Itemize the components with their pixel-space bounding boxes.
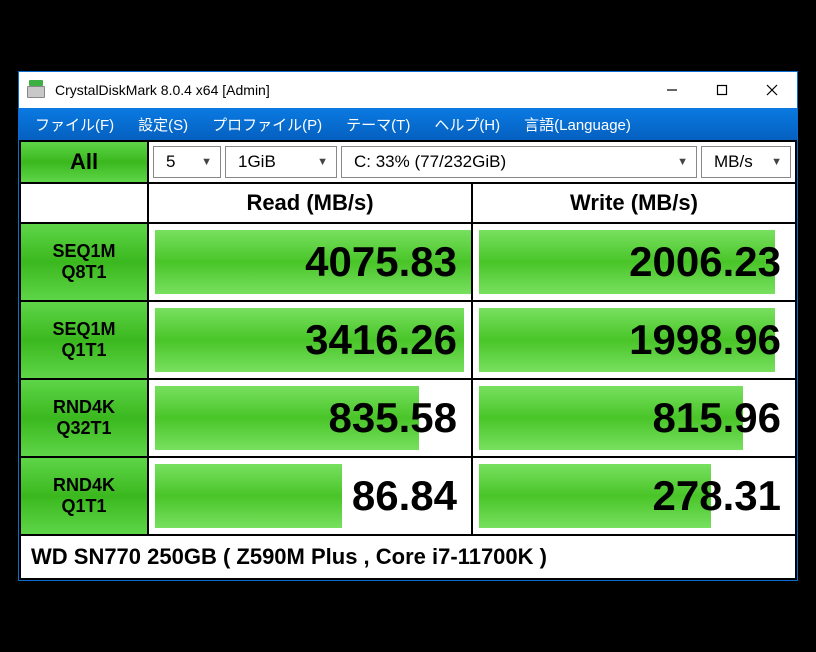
header-spacer xyxy=(21,184,149,222)
test-count-value: 5 xyxy=(166,152,175,172)
toolbar: All 5 ▼ 1GiB ▼ C: 33% (77/232GiB) ▼ MB/s… xyxy=(21,140,795,184)
write-cell: 2006.23 xyxy=(471,224,795,300)
minimize-icon xyxy=(666,84,678,96)
close-button[interactable] xyxy=(747,72,797,108)
app-window: CrystalDiskMark 8.0.4 x64 [Admin] ファイル(F… xyxy=(18,71,798,581)
read-cell: 86.84 xyxy=(149,458,471,534)
result-row: RND4K Q1T1 86.84 278.31 xyxy=(21,458,795,536)
menu-help[interactable]: ヘルプ(H) xyxy=(424,110,510,139)
chevron-down-icon: ▼ xyxy=(201,156,212,168)
maximize-icon xyxy=(716,84,728,96)
read-value: 86.84 xyxy=(352,472,457,520)
write-cell: 1998.96 xyxy=(471,302,795,378)
app-icon xyxy=(27,80,47,100)
column-headers: Read (MB/s) Write (MB/s) xyxy=(21,184,795,224)
test-button-rnd4k-q1t1[interactable]: RND4K Q1T1 xyxy=(21,458,149,534)
read-bar xyxy=(155,464,342,528)
window-title: CrystalDiskMark 8.0.4 x64 [Admin] xyxy=(55,82,647,98)
test-size-value: 1GiB xyxy=(238,152,276,172)
drive-value: C: 33% (77/232GiB) xyxy=(354,152,506,172)
chevron-down-icon: ▼ xyxy=(317,156,328,168)
run-all-button[interactable]: All xyxy=(21,142,149,182)
test-label-line2: Q32T1 xyxy=(56,418,111,439)
write-cell: 815.96 xyxy=(471,380,795,456)
test-button-rnd4k-q32t1[interactable]: RND4K Q32T1 xyxy=(21,380,149,456)
menu-language[interactable]: 言語(Language) xyxy=(514,110,641,139)
header-write: Write (MB/s) xyxy=(471,184,795,222)
titlebar: CrystalDiskMark 8.0.4 x64 [Admin] xyxy=(19,72,797,108)
drive-select[interactable]: C: 33% (77/232GiB) ▼ xyxy=(341,146,697,178)
test-label-line2: Q8T1 xyxy=(61,262,106,283)
content-area: All 5 ▼ 1GiB ▼ C: 33% (77/232GiB) ▼ MB/s… xyxy=(19,140,797,580)
test-label-line2: Q1T1 xyxy=(61,340,106,361)
write-value: 815.96 xyxy=(653,394,781,442)
minimize-button[interactable] xyxy=(647,72,697,108)
chevron-down-icon: ▼ xyxy=(771,156,782,168)
read-cell: 4075.83 xyxy=(149,224,471,300)
test-label-line1: SEQ1M xyxy=(52,241,115,262)
maximize-button[interactable] xyxy=(697,72,747,108)
read-cell: 835.58 xyxy=(149,380,471,456)
menu-settings[interactable]: 設定(S) xyxy=(128,110,198,139)
test-count-select[interactable]: 5 ▼ xyxy=(153,146,221,178)
window-controls xyxy=(647,72,797,108)
chevron-down-icon: ▼ xyxy=(677,156,688,168)
test-label-line1: SEQ1M xyxy=(52,319,115,340)
result-row: RND4K Q32T1 835.58 815.96 xyxy=(21,380,795,458)
read-value: 4075.83 xyxy=(305,238,457,286)
read-value: 3416.26 xyxy=(305,316,457,364)
menu-theme[interactable]: テーマ(T) xyxy=(336,110,420,139)
header-read: Read (MB/s) xyxy=(149,184,471,222)
footer-info: WD SN770 250GB ( Z590M Plus , Core i7-11… xyxy=(21,536,795,580)
test-button-seq1m-q1t1[interactable]: SEQ1M Q1T1 xyxy=(21,302,149,378)
write-value: 1998.96 xyxy=(629,316,781,364)
unit-value: MB/s xyxy=(714,152,753,172)
test-label-line2: Q1T1 xyxy=(61,496,106,517)
read-cell: 3416.26 xyxy=(149,302,471,378)
toolbar-selects: 5 ▼ 1GiB ▼ C: 33% (77/232GiB) ▼ MB/s ▼ xyxy=(149,142,795,182)
test-size-select[interactable]: 1GiB ▼ xyxy=(225,146,337,178)
write-value: 2006.23 xyxy=(629,238,781,286)
test-label-line1: RND4K xyxy=(53,475,115,496)
read-value: 835.58 xyxy=(329,394,457,442)
result-row: SEQ1M Q1T1 3416.26 1998.96 xyxy=(21,302,795,380)
menu-profile[interactable]: プロファイル(P) xyxy=(202,110,332,139)
menu-file[interactable]: ファイル(F) xyxy=(25,110,124,139)
result-row: SEQ1M Q8T1 4075.83 2006.23 xyxy=(21,224,795,302)
write-value: 278.31 xyxy=(653,472,781,520)
write-cell: 278.31 xyxy=(471,458,795,534)
menubar: ファイル(F) 設定(S) プロファイル(P) テーマ(T) ヘルプ(H) 言語… xyxy=(19,108,797,140)
close-icon xyxy=(766,84,778,96)
unit-select[interactable]: MB/s ▼ xyxy=(701,146,791,178)
test-button-seq1m-q8t1[interactable]: SEQ1M Q8T1 xyxy=(21,224,149,300)
test-label-line1: RND4K xyxy=(53,397,115,418)
